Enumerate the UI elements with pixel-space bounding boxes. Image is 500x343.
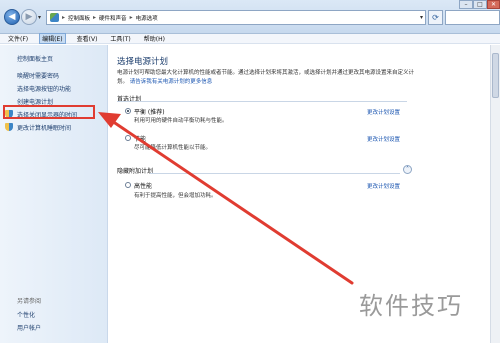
more-info-link[interactable]: 请告诉我有关电源计划的更多信息 bbox=[130, 79, 213, 85]
section-divider bbox=[150, 173, 400, 174]
nav-user-accounts[interactable]: 用户帐户 bbox=[17, 323, 41, 332]
menu-tools[interactable]: 工具(T) bbox=[108, 34, 132, 43]
control-panel-icon bbox=[50, 13, 59, 22]
refresh-icon[interactable]: ⟳ bbox=[428, 10, 443, 25]
see-also-heading: 另请参阅 bbox=[17, 298, 42, 305]
close-button[interactable]: ✕ bbox=[487, 0, 500, 9]
menu-edit[interactable]: 编辑(E) bbox=[39, 33, 66, 44]
address-bar: ◀ ▶ ▾ ▸ 控制面板 ▸ 硬件和声音 ▸ 电源选项 ▾ ⟳ – □ ✕ bbox=[0, 0, 500, 34]
address-box[interactable]: ▸ 控制面板 ▸ 硬件和声音 ▸ 电源选项 ▾ bbox=[46, 10, 426, 25]
nav-wake-password[interactable]: 唤醒时需要密码 bbox=[17, 71, 59, 80]
breadcrumb-separator-icon: ▸ bbox=[62, 14, 66, 21]
search-input[interactable] bbox=[445, 10, 500, 25]
breadcrumb-separator-icon: ▸ bbox=[129, 14, 133, 21]
back-button[interactable]: ◀ bbox=[4, 9, 20, 25]
plan-name-power-saver[interactable]: 节能 bbox=[134, 134, 146, 143]
hidden-plans-heading[interactable]: 隐藏附加计划 bbox=[117, 166, 153, 175]
minimize-button[interactable]: – bbox=[459, 0, 473, 9]
plan-name-high-performance[interactable]: 高性能 bbox=[134, 181, 152, 190]
nav-personalization[interactable]: 个性化 bbox=[17, 310, 35, 319]
change-plan-settings-link[interactable]: 更改计划设置 bbox=[367, 135, 400, 143]
plan-radio-balanced[interactable] bbox=[125, 108, 131, 114]
section-divider bbox=[117, 101, 407, 102]
watermark-text: 软件技巧 bbox=[359, 292, 463, 320]
nav-control-panel-home[interactable]: 控制面板主页 bbox=[17, 54, 53, 63]
plan-radio-high-performance[interactable] bbox=[125, 182, 131, 188]
highlight-annotation-box bbox=[3, 105, 95, 119]
breadcrumb-power-options[interactable]: 电源选项 bbox=[136, 14, 158, 22]
breadcrumb-hardware-sound[interactable]: 硬件和声音 bbox=[99, 14, 127, 22]
plan-name-balanced[interactable]: 平衡 (推荐) bbox=[134, 107, 165, 116]
scroll-thumb[interactable] bbox=[492, 53, 499, 98]
menu-help[interactable]: 帮助(H) bbox=[142, 34, 167, 43]
change-plan-settings-link[interactable]: 更改计划设置 bbox=[367, 108, 400, 116]
plan-desc-high-performance: 有利于提高性能，但会增加功耗。 bbox=[134, 193, 217, 199]
breadcrumb-control-panel[interactable]: 控制面板 bbox=[68, 14, 90, 22]
left-nav-pane: 控制面板主页 唤醒时需要密码 选择电源按钮的功能 创建电源计划 选择关闭显示器的… bbox=[0, 45, 108, 343]
maximize-button[interactable]: □ bbox=[473, 0, 487, 9]
plan-radio-power-saver[interactable] bbox=[125, 135, 131, 141]
page-description: 电源计划可帮助您最大化计算机的性能或者节能。通过选择计划来将其激活，或选择计划并… bbox=[117, 69, 417, 87]
menu-bar: 文件(F) 编辑(E) 查看(V) 工具(T) 帮助(H) bbox=[0, 33, 500, 44]
page-title: 选择电源计划 bbox=[117, 57, 169, 67]
collapse-chevron-icon[interactable]: ˄ bbox=[403, 165, 412, 174]
forward-button[interactable]: ▶ bbox=[21, 9, 37, 25]
history-dropdown-icon[interactable]: ▾ bbox=[38, 14, 44, 21]
nav-sleep-time[interactable]: 更改计算机睡眠时间 bbox=[17, 123, 71, 132]
shield-icon bbox=[5, 123, 13, 131]
plan-desc-balanced: 利用可用的硬件自动平衡功耗与性能。 bbox=[134, 118, 228, 124]
change-plan-settings-link[interactable]: 更改计划设置 bbox=[367, 182, 400, 190]
vertical-scrollbar[interactable] bbox=[490, 45, 500, 343]
menu-file[interactable]: 文件(F) bbox=[6, 34, 30, 43]
menu-view[interactable]: 查看(V) bbox=[75, 34, 100, 43]
breadcrumb-separator-icon: ▸ bbox=[93, 14, 97, 21]
nav-power-button-action[interactable]: 选择电源按钮的功能 bbox=[17, 84, 71, 93]
address-dropdown-icon[interactable]: ▾ bbox=[420, 14, 423, 21]
plan-desc-power-saver: 尽可能降低计算机性能以节能。 bbox=[134, 145, 212, 151]
